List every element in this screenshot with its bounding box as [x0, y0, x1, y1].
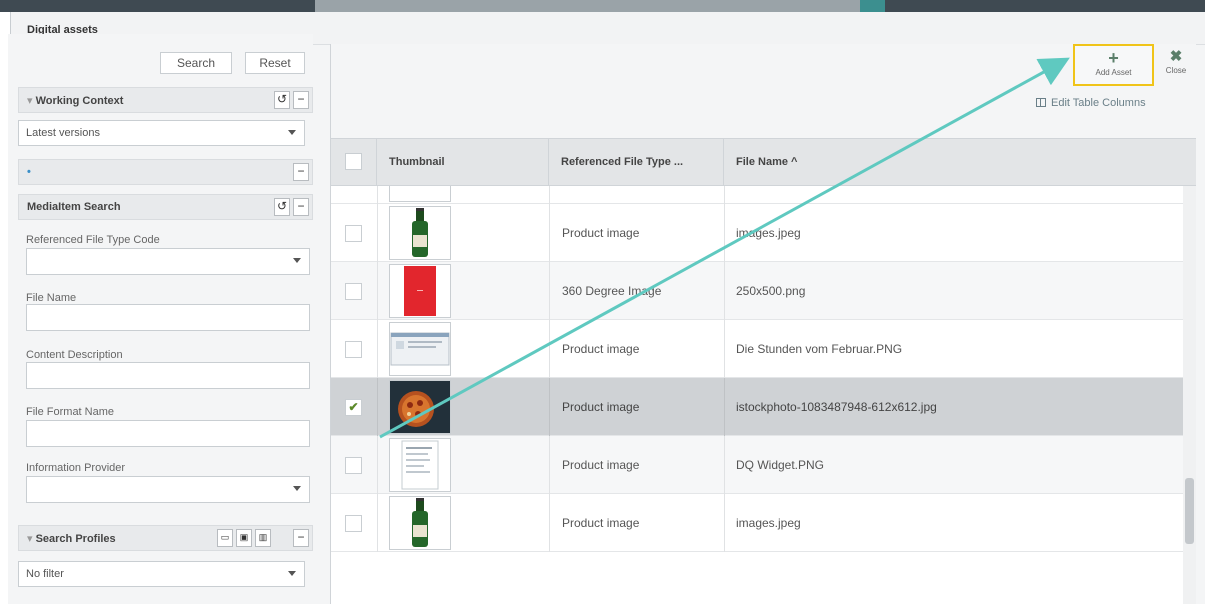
table-row[interactable]: Product image images.jpeg: [331, 494, 1183, 552]
information-provider-select[interactable]: [26, 476, 310, 503]
table-scrollbar[interactable]: [1183, 186, 1196, 604]
close-button[interactable]: ✖ Close: [1158, 44, 1194, 86]
file-name-cell: images.jpeg: [736, 516, 801, 530]
table-row[interactable]: Product image images.jpeg: [331, 204, 1183, 262]
working-context-header[interactable]: ▾ Working Context ↺ −: [18, 87, 313, 113]
referenced-file-type-code-label: Referenced File Type Code: [26, 234, 160, 246]
scrollbar-thumb[interactable]: [1185, 478, 1194, 544]
table-body: Product image images.jpeg 360 Degree Ima…: [331, 186, 1183, 604]
file-name-cell: images.jpeg: [736, 226, 801, 240]
search-profiles-title: Search Profiles: [35, 533, 116, 545]
row-checkbox[interactable]: [345, 515, 362, 532]
mediaitem-search-header[interactable]: MediaItem Search ↺ −: [18, 194, 313, 220]
red-image-thumbnail[interactable]: [389, 264, 451, 318]
top-window-strip: [0, 0, 1205, 12]
thumbnail-image: [389, 186, 451, 202]
save-profile-icon[interactable]: ▣: [236, 529, 252, 547]
search-profiles-header[interactable]: ▾ Search Profiles ▭ ▣ ▥ −: [18, 525, 313, 551]
working-context-select[interactable]: Latest versions: [18, 120, 305, 146]
new-profile-icon[interactable]: ▭: [217, 529, 233, 547]
table-row[interactable]: 360 Degree Image 250x500.png: [331, 262, 1183, 320]
file-format-name-label: File Format Name: [26, 406, 115, 418]
expand-toggle-icon: ▾: [27, 533, 36, 545]
reset-icon[interactable]: ↺: [274, 198, 290, 216]
collapse-icon[interactable]: −: [293, 529, 309, 547]
screenshot-thumbnail[interactable]: [389, 322, 451, 376]
file-name-cell: Die Stunden vom Februar.PNG: [736, 342, 903, 356]
file-name-cell: 250x500.png: [736, 284, 806, 298]
collapse-icon[interactable]: −: [293, 91, 309, 109]
file-type-cell: Product image: [562, 342, 640, 356]
pizza-thumbnail[interactable]: [389, 380, 451, 434]
file-name-cell: istockphoto-1083487948-612x612.jpg: [736, 400, 937, 414]
row-checkbox[interactable]: [345, 225, 362, 242]
column-thumbnail[interactable]: Thumbnail: [377, 139, 549, 185]
close-label: Close: [1165, 66, 1187, 75]
section-dot: •: [27, 166, 31, 178]
select-all-checkbox[interactable]: [345, 153, 362, 170]
working-context-value: Latest versions: [26, 127, 100, 139]
column-file-name[interactable]: File Name ^: [724, 139, 1183, 185]
columns-icon: [1036, 98, 1046, 107]
file-type-cell: Product image: [562, 516, 640, 530]
dropdown-arrow-icon: [288, 130, 296, 135]
plus-icon: +: [1108, 48, 1119, 68]
file-type-cell: Product image: [562, 226, 640, 240]
add-asset-label: Add Asset: [1095, 68, 1132, 77]
top-strip-segment: [315, 0, 860, 12]
top-strip-accent: [860, 0, 885, 12]
file-format-name-input[interactable]: [26, 420, 310, 447]
edit-table-columns-label: Edit Table Columns: [1051, 97, 1146, 109]
table-header: Thumbnail Referenced File Type ... File …: [331, 138, 1196, 186]
row-checkbox[interactable]: [345, 283, 362, 300]
file-type-cell: Product image: [562, 400, 640, 414]
row-checkbox[interactable]: [345, 341, 362, 358]
beer-bottle-thumbnail[interactable]: [389, 206, 451, 260]
table-row[interactable]: Product image DQ Widget.PNG: [331, 436, 1183, 494]
file-type-cell: Product image: [562, 458, 640, 472]
file-name-cell: DQ Widget.PNG: [736, 458, 825, 472]
information-provider-label: Information Provider: [26, 462, 126, 474]
table-row[interactable]: [331, 186, 1183, 204]
content-description-label: Content Description: [26, 349, 123, 361]
select-all-cell: [331, 139, 377, 185]
dropdown-arrow-icon: [288, 571, 296, 576]
collapse-icon[interactable]: −: [293, 198, 309, 216]
table-row[interactable]: Product image Die Stunden vom Februar.PN…: [331, 320, 1183, 378]
row-checkbox[interactable]: [345, 457, 362, 474]
toolbar: + Add Asset ✖ Close Edit Table Columns: [331, 44, 1196, 138]
checkmark-icon[interactable]: ✔: [345, 399, 362, 416]
beer-bottle-thumbnail[interactable]: [389, 496, 451, 550]
results-panel: + Add Asset ✖ Close Edit Table Columns T…: [330, 44, 1196, 604]
reset-icon[interactable]: ↺: [274, 91, 290, 109]
search-profile-select[interactable]: No filter: [18, 561, 305, 587]
close-icon: ✖: [1169, 48, 1183, 65]
dropdown-arrow-icon: [293, 258, 301, 263]
reset-button[interactable]: Reset: [245, 52, 305, 74]
dropdown-arrow-icon: [293, 486, 301, 491]
collapse-icon[interactable]: −: [293, 163, 309, 181]
search-button[interactable]: Search: [160, 52, 232, 74]
referenced-file-type-code-select[interactable]: [26, 248, 310, 275]
expand-toggle-icon: ▾: [27, 95, 36, 107]
content-description-input[interactable]: [26, 362, 310, 389]
column-referenced-file-type[interactable]: Referenced File Type ...: [549, 139, 724, 185]
search-profile-value: No filter: [26, 568, 64, 580]
document-thumbnail[interactable]: [389, 438, 451, 492]
file-name-input[interactable]: [26, 304, 310, 331]
add-asset-button[interactable]: + Add Asset: [1073, 44, 1154, 86]
delete-profile-icon[interactable]: ▥: [255, 529, 271, 547]
edit-table-columns-link[interactable]: Edit Table Columns: [1036, 97, 1146, 109]
mediaitem-search-title: MediaItem Search: [27, 201, 121, 213]
file-type-cell: 360 Degree Image: [562, 284, 662, 298]
file-name-label: File Name: [26, 292, 77, 304]
table-row-selected[interactable]: ✔ Product image istockphoto-1083487948-6…: [331, 378, 1183, 436]
blank-section-header[interactable]: • −: [18, 159, 313, 185]
search-panel: Search Reset ▾ Working Context ↺ − Lates…: [8, 34, 313, 604]
working-context-title: Working Context: [35, 95, 124, 107]
